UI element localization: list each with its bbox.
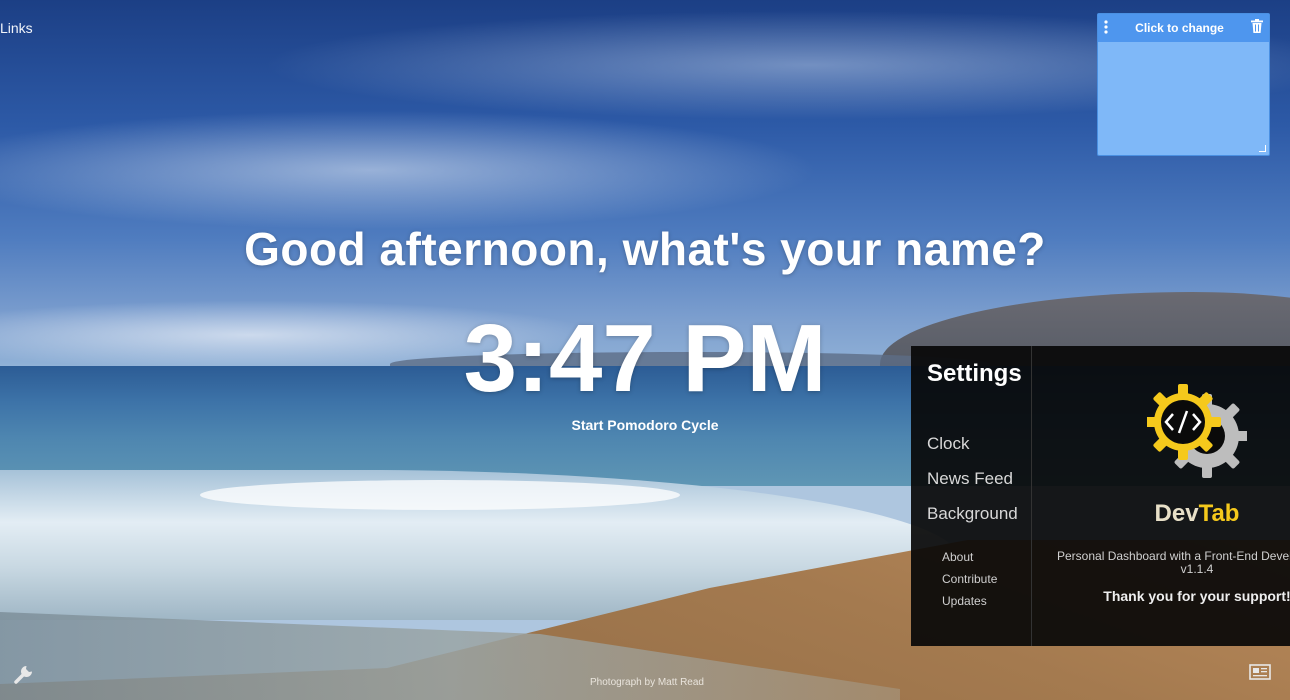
brand-tagline: Personal Dashboard with a Front-End Deve…: [1057, 549, 1290, 563]
settings-nav-about[interactable]: About: [942, 550, 973, 564]
version-label: v1.1.4: [1180, 562, 1214, 576]
settings-nav-contribute[interactable]: Contribute: [942, 572, 997, 586]
settings-nav-news-feed[interactable]: News Feed: [927, 469, 1013, 489]
settings-nav-clock[interactable]: Clock: [927, 434, 970, 454]
brand-tab: Tab: [1198, 500, 1240, 527]
trash-icon[interactable]: [1251, 18, 1263, 38]
settings-panel: Settings Clock News Feed Background Abou…: [911, 346, 1290, 646]
thanks-message: Thank you for your support!: [1103, 588, 1290, 604]
resize-handle[interactable]: [1259, 145, 1266, 152]
greeting-heading[interactable]: Good afternoon, what's your name?: [0, 222, 1290, 276]
gear-code-logo: [1147, 384, 1247, 478]
brand-dev: Dev: [1154, 500, 1199, 527]
settings-nav-background[interactable]: Background: [927, 504, 1018, 524]
photo-credit: Photograph by Matt Read: [590, 677, 704, 688]
settings-about-content: DevTab Personal Dashboard with a Front-E…: [1032, 346, 1290, 646]
sticky-note-header: Click to change: [1098, 14, 1269, 42]
links-toggle[interactable]: Links: [0, 20, 33, 36]
settings-nav-updates[interactable]: Updates: [942, 594, 987, 608]
vertical-dots-icon[interactable]: [1104, 20, 1108, 36]
sticky-note[interactable]: Click to change: [1097, 13, 1273, 158]
brand-name: DevTab: [1032, 500, 1290, 528]
sticky-note-textarea[interactable]: [1098, 42, 1273, 158]
newspaper-icon[interactable]: [1249, 664, 1271, 680]
settings-title: Settings: [927, 360, 1022, 387]
settings-sidebar: Settings Clock News Feed Background Abou…: [911, 346, 1032, 646]
sticky-note-title[interactable]: Click to change: [1135, 21, 1224, 35]
